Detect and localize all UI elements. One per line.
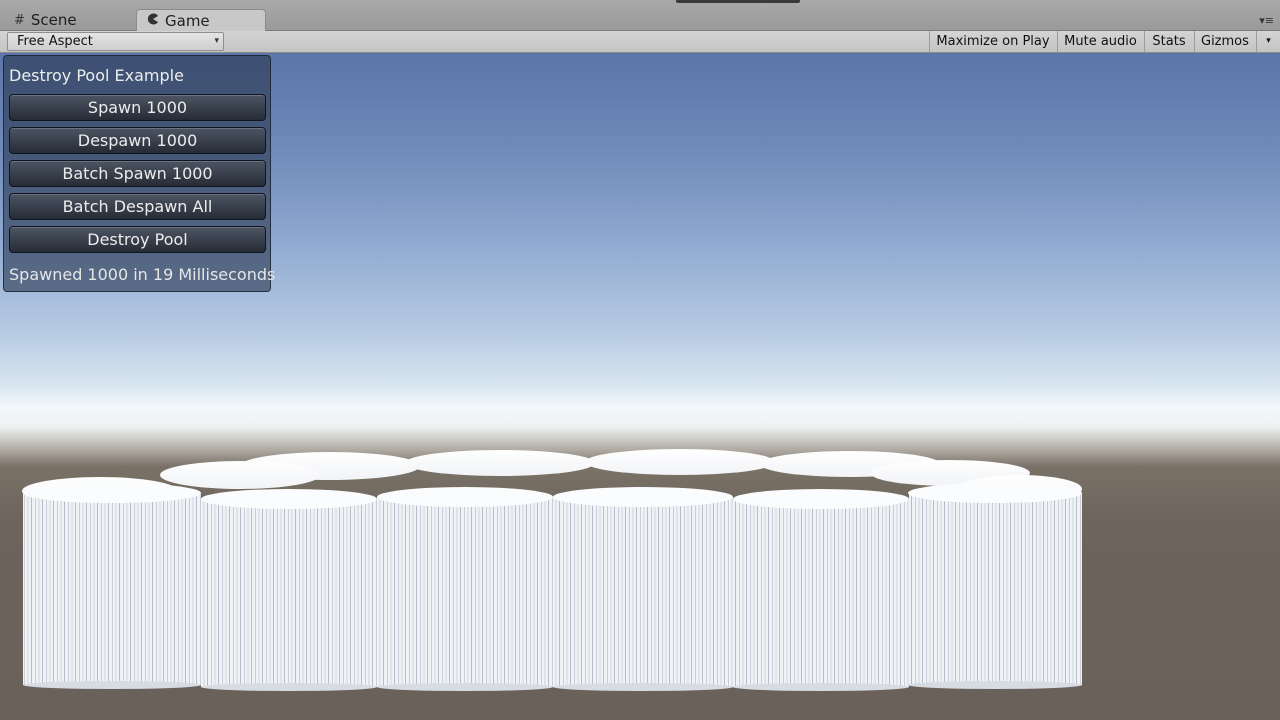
chevron-down-icon: ▾ <box>214 36 219 46</box>
spawned-objects-front <box>23 483 1082 691</box>
destroy-pool-button[interactable]: Destroy Pool <box>9 226 266 253</box>
stats-toggle[interactable]: Stats <box>1144 31 1193 52</box>
aspect-dropdown[interactable]: Free Aspect ▾ <box>7 32 224 51</box>
spawn-status-text: Spawned 1000 in 19 Milliseconds <box>9 265 276 284</box>
game-toolbar: Free Aspect ▾ Maximize on Play Mute audi… <box>0 31 1280 53</box>
tab-game-label: Game <box>165 12 210 30</box>
pacman-icon <box>147 13 159 29</box>
despawn-1000-button[interactable]: Despawn 1000 <box>9 127 266 154</box>
tab-scene[interactable]: # Scene <box>4 9 132 31</box>
editor-tab-strip: # Scene Game ▾≡ <box>0 0 1280 32</box>
aspect-dropdown-value: Free Aspect <box>17 34 93 49</box>
panel-title: Destroy Pool Example <box>9 66 184 85</box>
batch-despawn-all-button[interactable]: Batch Despawn All <box>9 193 266 220</box>
tab-menu-icon[interactable]: ▾≡ <box>1259 14 1274 27</box>
mute-audio-toggle[interactable]: Mute audio <box>1057 31 1143 52</box>
gizmos-toggle[interactable]: Gizmos <box>1194 31 1256 52</box>
spawn-1000-button[interactable]: Spawn 1000 <box>9 94 266 121</box>
batch-spawn-1000-button[interactable]: Batch Spawn 1000 <box>9 160 266 187</box>
window-drag-handle[interactable] <box>676 0 800 3</box>
maximize-on-play-toggle[interactable]: Maximize on Play <box>929 31 1056 52</box>
tab-scene-label: Scene <box>30 11 77 29</box>
game-viewport[interactable]: Destroy Pool Example Spawn 1000 Despawn … <box>0 53 1280 720</box>
tab-game[interactable]: Game <box>136 9 266 32</box>
destroy-pool-panel: Destroy Pool Example Spawn 1000 Despawn … <box>3 55 275 292</box>
gizmos-dropdown-icon[interactable]: ▾ <box>1256 31 1280 52</box>
grid-icon: # <box>14 12 25 28</box>
